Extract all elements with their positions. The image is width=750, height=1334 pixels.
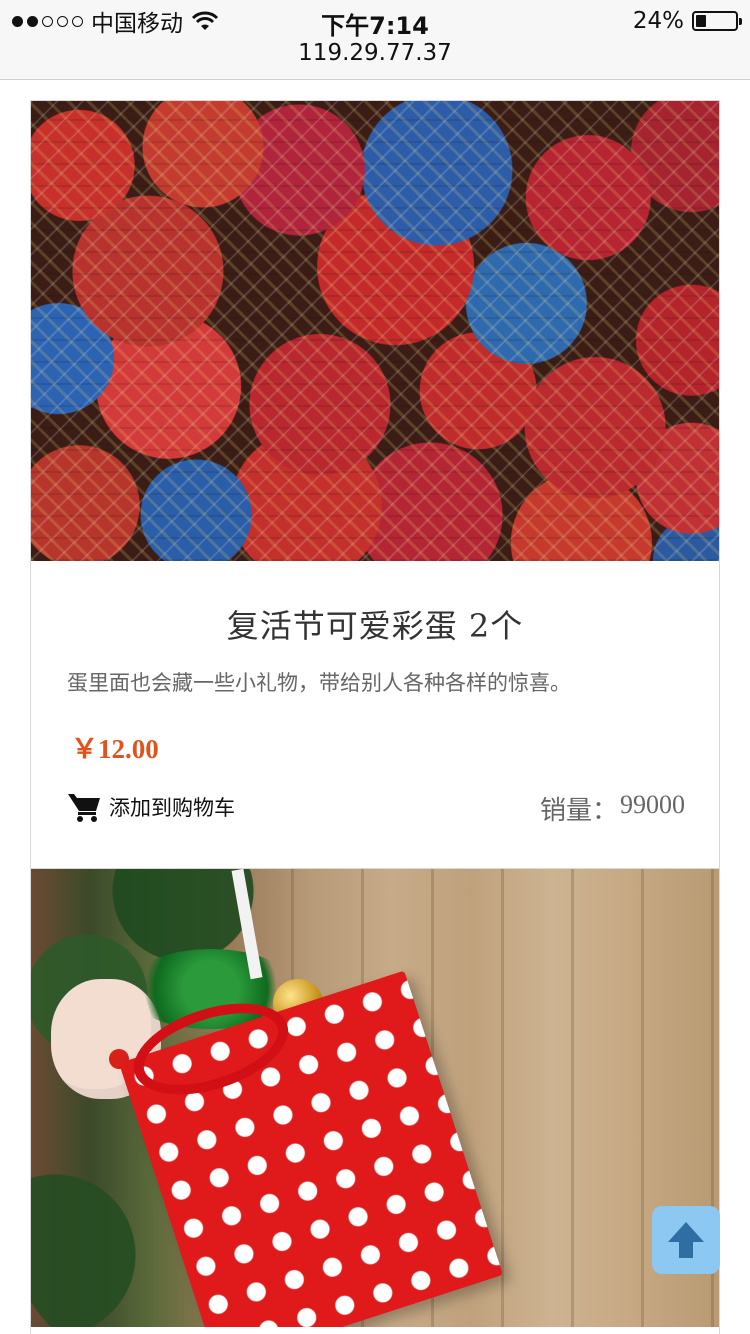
arrow-up-icon [668,1222,704,1258]
battery-icon [692,11,742,31]
status-right: 24% [632,7,742,35]
back-to-top-button[interactable] [652,1206,720,1274]
sales-label: 销量： [539,796,618,825]
sales-value: 99000 [620,790,685,819]
address-bar[interactable]: 119.29.77.37 [0,40,750,66]
product-card[interactable]: 复活节可爱彩蛋 2个 蛋里面也会藏一些小礼物，带给别人各种各样的惊喜。 ￥12.… [30,100,720,869]
add-to-cart-label: 添加到购物车 [109,796,235,820]
product-title[interactable]: 复活节可爱彩蛋 2个 [31,601,719,647]
product-price: ￥12.00 [71,734,159,764]
product-list[interactable]: 复活节可爱彩蛋 2个 蛋里面也会藏一些小礼物，带给别人各种各样的惊喜。 ￥12.… [0,80,750,1334]
sales-count: 销量： 99000 [540,790,685,827]
easter-eggs-image[interactable] [31,101,719,561]
status-bar: 中国移动 下午7:14 24% 119.29.77.37 [0,0,750,80]
product-description: 蛋里面也会藏一些小礼物，带给别人各种各样的惊喜。 [67,671,571,695]
christmas-gift-image[interactable] [31,869,719,1327]
battery-percent: 24% [632,8,684,34]
product-card[interactable] [30,868,720,1334]
add-to-cart-button[interactable]: 添加到购物车 [67,789,235,825]
shopping-cart-icon [68,794,100,822]
